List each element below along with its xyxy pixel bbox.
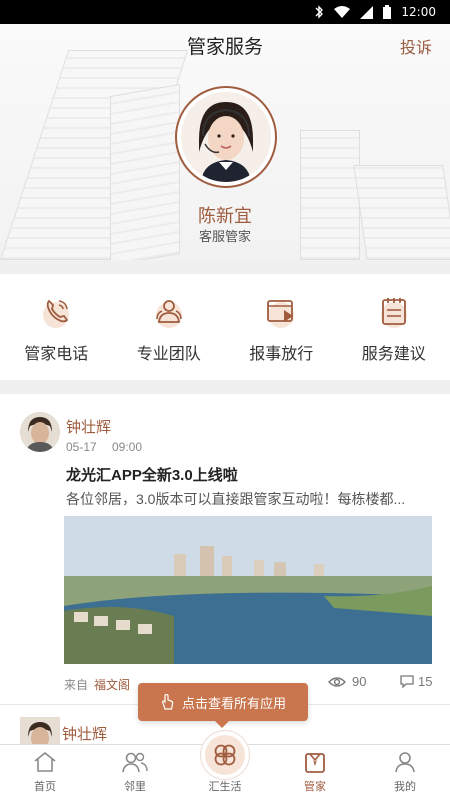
service-report-release[interactable]: 报事放行 [225,274,338,380]
post-excerpt: 各位邻居，3.0版本可以直接跟管家互动啦！每栋楼都... [66,491,406,507]
feed-post[interactable]: 钟壮辉 05-17 09:00 龙光汇APP全新3.0上线啦 各位邻居，3.0版… [0,394,450,704]
bluetooth-icon [315,5,324,19]
tab-label: 管家 [304,781,326,793]
author-portrait-icon [20,412,60,452]
signal-icon [360,5,374,19]
service-butler-phone[interactable]: 管家电话 [0,274,113,380]
butler-avatar[interactable] [175,86,277,188]
post-source-prefix: 来自 [64,678,89,692]
service-label: 服务建议 [361,346,426,363]
tab-label: 邻里 [124,781,146,793]
section-divider [0,380,450,394]
service-suggestions[interactable]: 服务建议 [338,274,450,380]
tab-profile[interactable]: 我的 [360,745,450,800]
service-label: 报事放行 [249,346,314,363]
clock: 12:00 [401,5,436,19]
butler-role: 客服管家 [198,229,251,244]
home-icon [34,751,56,772]
page-title: 管家服务 [186,37,263,58]
service-label: 专业团队 [136,346,201,363]
service-label: 管家电话 [24,346,89,363]
tap-hand-icon [162,694,174,710]
tab-butler[interactable]: 管家 [270,745,360,800]
post-image[interactable] [64,516,432,664]
post-author[interactable]: 钟壮辉 [62,723,107,744]
butler-icon [305,753,325,773]
service-professional-team[interactable]: 专业团队 [113,274,226,380]
view-count-value: 90 [352,674,367,689]
service-grid: 管家电话 专业团队 报事放行 服务建议 [0,274,450,380]
battery-icon [383,5,392,19]
butler-header: 管家服务 投诉 陈新宜 客服管家 [0,24,450,260]
wifi-icon [334,6,351,18]
tab-label: 我的 [394,781,416,793]
tab-home[interactable]: 首页 [0,745,90,800]
author-avatar[interactable] [20,412,60,452]
clover-icon [214,744,236,766]
section-divider [0,260,450,274]
neighbors-icon [122,752,148,773]
community-aerial-image [64,516,432,664]
team-icon [155,300,182,328]
comment-count-value: 15 [418,674,433,689]
butler-portrait-icon [181,92,271,182]
post-date: 05-17 [66,440,97,454]
tab-neighbors[interactable]: 邻里 [90,745,180,800]
comment-icon [400,675,414,688]
comment-count[interactable]: 15 [400,674,432,689]
post-time: 09:00 [112,440,143,454]
post-source-link[interactable]: 福文阁 [94,676,130,693]
eye-icon [328,676,346,687]
tab-label: 首页 [34,781,56,793]
suggestion-notepad-icon [380,298,407,328]
status-bar: 12:00 [0,0,450,24]
profile-icon [395,752,415,773]
post-title[interactable]: 龙光汇APP全新3.0上线啦 [66,464,238,485]
post-author[interactable]: 钟壮辉 [66,416,111,437]
phone-icon [43,299,70,328]
tooltip-label: 点击查看所有应用 [181,695,286,711]
view-all-apps-tooltip[interactable]: 点击查看所有应用 [138,683,308,728]
video-release-icon [267,300,295,328]
complain-button[interactable]: 投诉 [400,34,432,58]
view-count: 90 [328,674,366,689]
tab-label: 汇生活 [208,781,242,793]
butler-name: 陈新宜 [198,206,252,226]
life-center-button[interactable] [201,731,249,779]
